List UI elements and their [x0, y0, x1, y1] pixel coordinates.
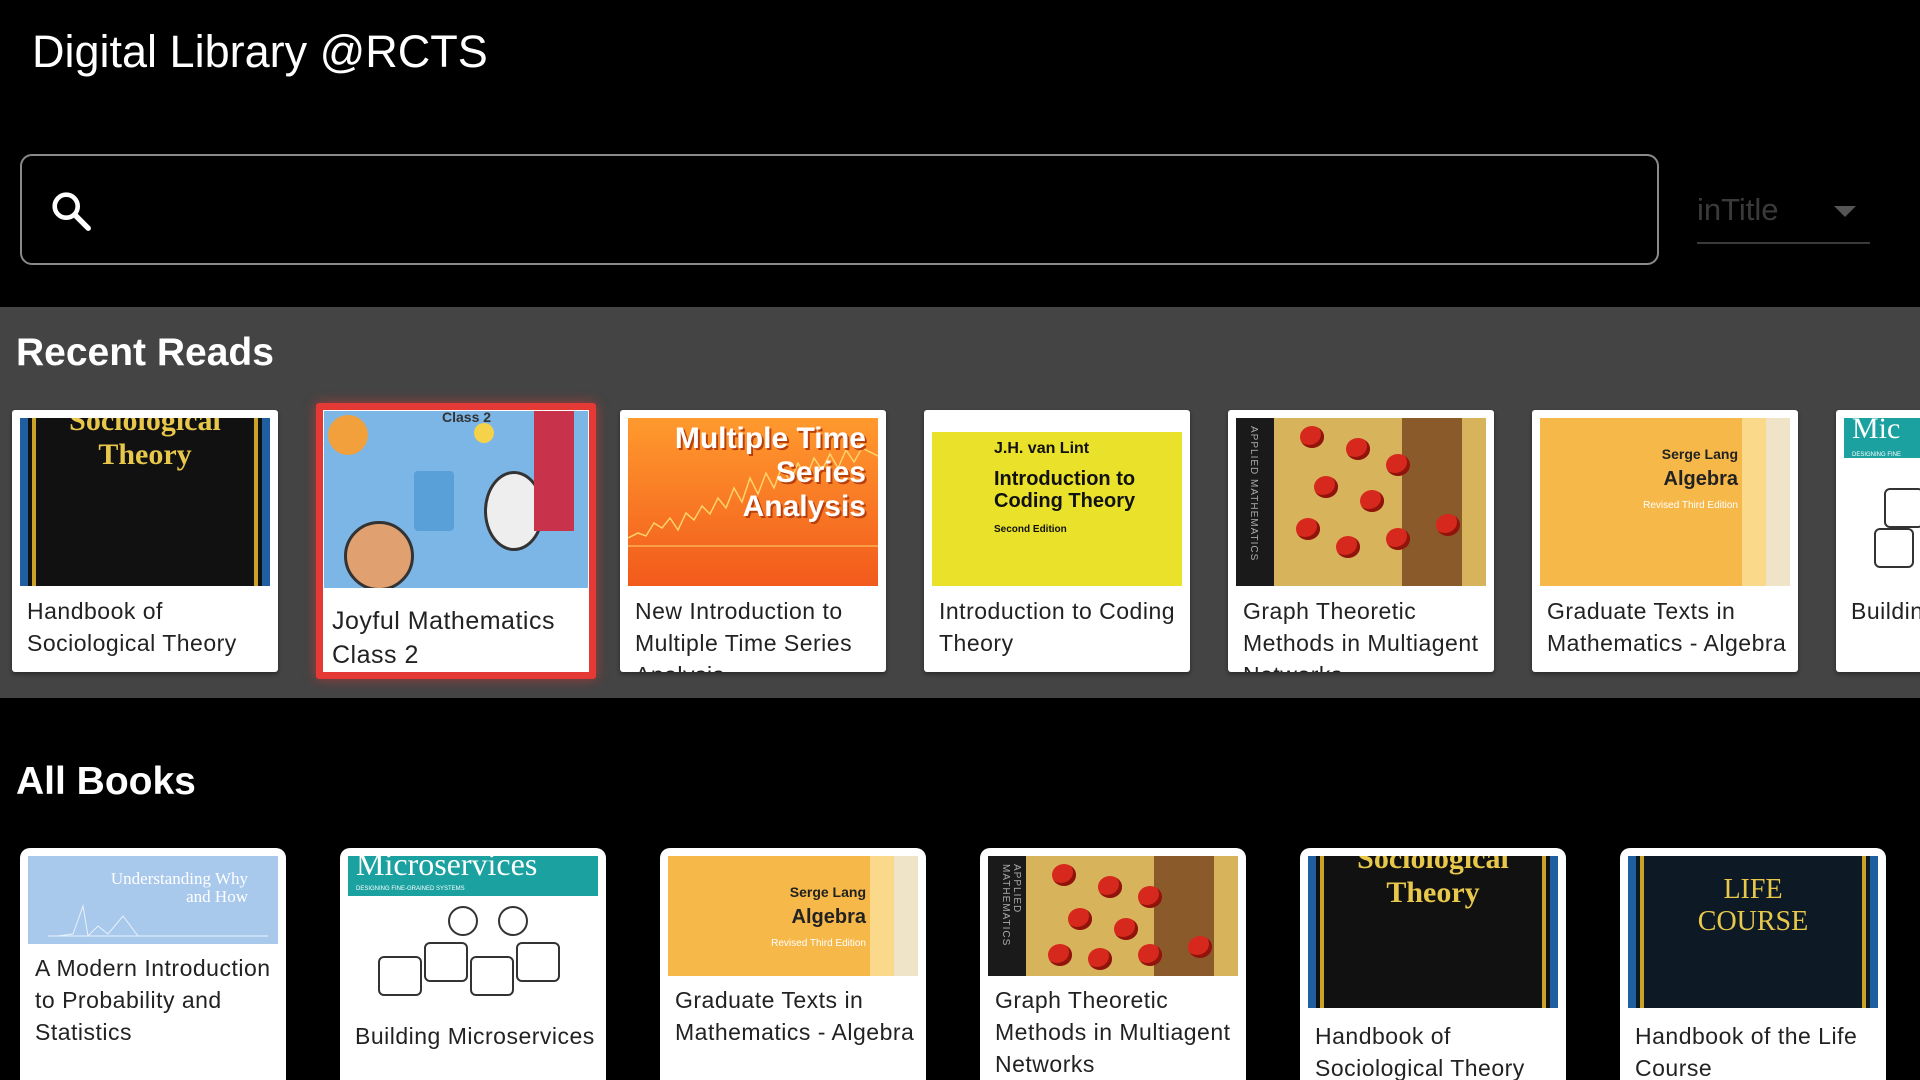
cover-text: Sociological [69, 418, 221, 437]
book-card[interactable]: Microservices DESIGNING FINE-GRAINED SYS… [340, 848, 606, 1080]
cover-text: LIFE [1723, 874, 1783, 905]
book-title: Joyful Mathematics Class 2 [332, 607, 555, 669]
all-books-heading: All Books [16, 760, 196, 803]
book-title: New Introduction to Multiple Time Series… [635, 598, 853, 672]
book-card[interactable]: Serge Lang Algebra Revised Third Edition… [660, 848, 926, 1080]
book-card[interactable]: Sociological Theory Handbook of Sociolog… [1300, 848, 1566, 1080]
book-cover: Serge Lang Algebra Revised Third Edition [1540, 418, 1790, 586]
recent-book-card[interactable]: APPLIED MATHEMATICS Graph Theoretic Meth… [1228, 410, 1494, 672]
recent-book-card[interactable]: Serge Lang Algebra Revised Third Edition… [1532, 410, 1798, 672]
book-cover: APPLIED MATHEMATICS [988, 856, 1238, 976]
cover-text: Theory [1386, 876, 1480, 909]
search-input[interactable] [122, 176, 1622, 246]
book-cover: LIFE COURSE [1628, 856, 1878, 1008]
cover-text: Second Edition [994, 524, 1067, 535]
cover-text-line: Coding Theory [994, 490, 1136, 512]
book-cover: Sociological Theory [1308, 856, 1558, 1008]
recent-book-card[interactable]: Sociological Theory Handbook of Sociolog… [12, 410, 278, 672]
app-header: Digital Library @RCTS inTitle [0, 0, 1920, 307]
book-cover: J.H. van Lint Introduction to Coding The… [932, 418, 1182, 586]
book-cover: Class 2 [324, 411, 588, 588]
cover-text: Algebra [1663, 468, 1738, 490]
book-cover: Sociological Theory [20, 418, 270, 586]
cover-text: COURSE [1697, 906, 1809, 937]
cover-text: Multiple Time [674, 422, 866, 455]
recent-book-card[interactable]: Multiple Time Series Analysis New Introd… [620, 410, 886, 672]
book-cover: Understanding Why and How [28, 856, 278, 944]
cover-text: Class 2 [442, 411, 492, 425]
book-title: Building Microservices [355, 1023, 595, 1049]
cover-text: APPLIED MATHEMATICS [1000, 864, 1022, 947]
book-card[interactable]: APPLIED MATHEMATICS Graph Theoretic Meth… [980, 848, 1246, 1080]
cover-text: Understanding Why [110, 869, 248, 888]
app-title: Digital Library @RCTS [32, 26, 488, 77]
cover-text: Sociological [1357, 856, 1509, 875]
cover-text: DESIGNING FINE-GRAINED SYSTEMS [356, 886, 465, 892]
cover-text: Revised Third Edition [1643, 500, 1738, 511]
book-cover: Mic DESIGNING FINE [1844, 418, 1920, 586]
book-cover: APPLIED MATHEMATICS [1236, 418, 1486, 586]
cover-text: Microservices [356, 856, 538, 882]
book-title: A Modern Introduction to Probability and… [35, 955, 271, 1045]
cover-text: Introduction to Coding Theory [994, 468, 1135, 512]
book-title: Building Microservices [1851, 598, 1920, 624]
book-title: Handbook of Sociological Theory [1315, 1023, 1525, 1080]
book-title: Graph Theoretic Methods in Multiagent Ne… [1243, 598, 1479, 672]
cover-text: Series [775, 456, 866, 489]
cover-text: APPLIED MATHEMATICS [1248, 426, 1259, 562]
cover-text: Mic [1852, 418, 1901, 445]
book-title: Handbook of Sociological Theory [27, 598, 237, 656]
cover-text: Revised Third Edition [771, 938, 866, 949]
book-title: Handbook of the Life Course [1635, 1023, 1858, 1080]
cover-text: Algebra [791, 906, 866, 928]
search-filter-select[interactable]: inTitle [1697, 180, 1870, 244]
search-box[interactable] [20, 154, 1659, 265]
search-icon[interactable] [48, 188, 94, 234]
chevron-down-icon[interactable] [1834, 206, 1856, 217]
all-books-section: All Books Understanding Why and How A Mo… [0, 698, 1920, 1080]
book-cover: Microservices DESIGNING FINE-GRAINED SYS… [348, 856, 598, 1008]
book-title: Graduate Texts in Mathematics - Algebra [675, 987, 915, 1045]
cover-text: Serge Lang [1661, 446, 1738, 462]
book-card[interactable]: LIFE COURSE Handbook of the Life Course [1620, 848, 1886, 1080]
cover-text: Theory [98, 438, 192, 471]
book-cover: Multiple Time Series Analysis [628, 418, 878, 586]
cover-text: Analysis [742, 490, 866, 523]
recent-reads-heading: Recent Reads [16, 331, 274, 374]
recent-book-card[interactable]: Mic DESIGNING FINE Building Microservice… [1836, 410, 1920, 672]
book-title: Graduate Texts in Mathematics - Algebra [1547, 598, 1787, 656]
cover-text-line: Introduction to [994, 468, 1136, 490]
cover-text: DESIGNING FINE [1852, 452, 1902, 458]
filter-selected-value: inTitle [1697, 192, 1779, 227]
cover-text: J.H. van Lint [994, 440, 1090, 457]
cover-text: Serge Lang [789, 884, 866, 900]
recent-reads-section: Recent Reads Sociological Theory Handboo… [0, 307, 1920, 698]
book-title: Graph Theoretic Methods in Multiagent Ne… [995, 987, 1231, 1077]
cover-text: and How [186, 887, 248, 906]
book-cover: Serge Lang Algebra Revised Third Edition [668, 856, 918, 976]
recent-book-card[interactable]: J.H. van Lint Introduction to Coding The… [924, 410, 1190, 672]
recent-book-card-selected[interactable]: Class 2 Joyful Mathematics Class 2 [316, 403, 596, 679]
book-card[interactable]: Understanding Why and How A Modern Intro… [20, 848, 286, 1080]
book-title: Introduction to Coding Theory [939, 598, 1176, 656]
